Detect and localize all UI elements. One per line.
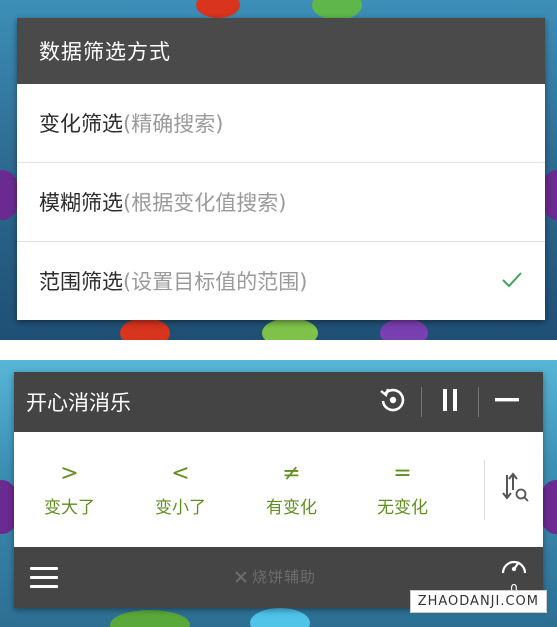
image-separator [0,340,557,360]
filter-label: 变小了 [155,498,206,518]
game-candy-bottom-3 [380,318,428,340]
option-hint: (设置目标值的范围) [123,270,308,294]
filter-symbol: ≠ [282,461,301,486]
window-controls [371,372,529,432]
pause-icon [439,387,461,417]
control-divider [478,387,479,417]
menu-icon [28,567,60,588]
option-fuzzy-filter[interactable]: 模糊筛选 (根据变化值搜索) [17,163,545,242]
filter-symbol: < [171,461,190,486]
game-background-top: 数据筛选方式 变化筛选 (精确搜索) 模糊筛选 (根据变化值搜索) 范围筛选 (设置目… [0,0,557,340]
minimize-button[interactable] [485,372,529,432]
sort-search-icon [501,472,531,508]
option-hint: (精确搜索) [123,112,224,136]
option-hint: (根据变化值搜索) [123,191,287,215]
filter-increased-button[interactable]: > 变大了 [14,432,125,547]
filter-buttons-bar: > 变大了 < 变小了 ≠ 有变化 = 无变化 [14,432,543,547]
menu-button[interactable] [28,563,60,593]
brand-name: 烧饼辅助 [252,568,317,586]
option-exact-filter[interactable]: 变化筛选 (精确搜索) [17,84,545,163]
check-icon [501,267,523,295]
filter-label: 无变化 [377,498,428,518]
option-label: 变化筛选 [39,112,123,136]
filter-symbol: = [393,461,412,486]
filter-label: 变大了 [44,498,95,518]
window-header: 开心消消乐 [14,372,543,432]
filter-unchanged-button[interactable]: = 无变化 [347,432,458,547]
reset-icon [379,386,407,418]
speedometer-icon [500,553,528,581]
option-range-filter[interactable]: 范围筛选 (设置目标值的范围) [17,242,545,320]
game-candy-bottom-1 [120,318,170,340]
filter-changed-button[interactable]: ≠ 有变化 [236,432,347,547]
filter-method-dialog: 数据筛选方式 变化筛选 (精确搜索) 模糊筛选 (根据变化值搜索) 范围筛选 (设置目… [17,18,545,320]
game-candy-bottom-green [110,610,190,627]
game-candy-bottom-blue [250,608,310,627]
body-divider [484,460,485,520]
window-title: 开心消消乐 [26,391,131,415]
filter-symbol: > [60,461,79,486]
game-candy-red [196,0,240,18]
brand-watermark: 烧饼辅助 [234,566,316,587]
minimize-icon [494,387,520,417]
filter-decreased-button[interactable]: < 变小了 [125,432,236,547]
brand-logo-icon [234,570,248,584]
game-candy-bottom-2 [262,318,318,340]
pause-button[interactable] [428,372,472,432]
floating-tool-window: 开心消消乐 > 变大了 < 变小了 ≠ 有变化 = 无变化 烧饼辅助 0 [14,372,543,608]
reset-button[interactable] [371,372,415,432]
site-watermark: ZHAODANJI.COM [409,590,547,613]
option-label: 模糊筛选 [39,191,123,215]
sort-search-button[interactable] [494,460,538,520]
game-background-bottom: 开心消消乐 > 变大了 < 变小了 ≠ 有变化 = 无变化 烧饼辅助 0 ZHA… [0,360,557,627]
control-divider [421,387,422,417]
game-candy-frog [312,0,362,20]
dialog-title: 数据筛选方式 [17,18,545,84]
option-label: 范围筛选 [39,270,123,294]
filter-label: 有变化 [266,498,317,518]
